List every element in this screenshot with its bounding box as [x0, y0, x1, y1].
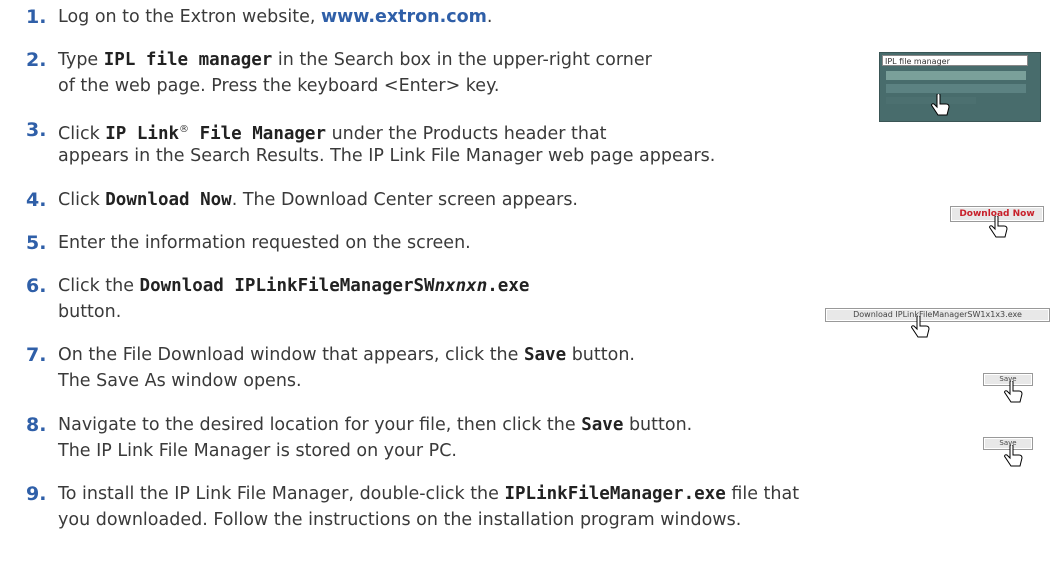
step-number: 9. [26, 483, 47, 505]
registered-mark: ® [179, 124, 190, 135]
code-text: File Manager [189, 123, 326, 144]
step-text: On the File Download window that appears… [58, 345, 524, 365]
step-text: Type [58, 50, 104, 70]
code-text: Save [523, 345, 567, 365]
step-text: button. [566, 345, 635, 365]
search-results-thumbnail: IPL file manager [879, 52, 1041, 122]
step-text: button. [58, 302, 122, 322]
code-text: IPLinkFileManager.exe [504, 484, 726, 504]
code-text: IP Link [105, 123, 180, 144]
hand-cursor-icon [1004, 381, 1023, 403]
hand-cursor-icon [911, 316, 930, 338]
step-text: . The Download Center screen appears. [231, 190, 578, 210]
step-text: The IP Link File Manager is stored on yo… [58, 441, 457, 461]
hand-cursor-icon [1004, 445, 1023, 467]
search-box: IPL file manager [882, 55, 1028, 66]
step-number: 4. [26, 189, 47, 211]
code-text: .exe [487, 276, 530, 296]
step-text: appears in the Search Results. The IP Li… [58, 146, 716, 166]
search-result-row [886, 84, 1026, 93]
code-text: Download IPLinkFileManagerSW [139, 276, 435, 296]
step-number: 1. [26, 6, 47, 28]
step-number: 6. [26, 275, 47, 297]
step-text: in the Search box in the upper-right cor… [272, 50, 652, 70]
step-text: The Save As window opens. [58, 371, 302, 391]
code-text: Download Now [105, 190, 232, 210]
step-text: To install the IP Link File Manager, dou… [58, 484, 505, 504]
search-text: IPL file manager [885, 57, 950, 66]
step-text: Click [58, 123, 106, 144]
step-number: 2. [26, 49, 47, 71]
hand-cursor-icon [931, 94, 950, 116]
step-text: Log on to the Extron website, [58, 7, 321, 27]
step-text: Click [58, 190, 106, 210]
step-number: 5. [26, 232, 47, 254]
step-text: Enter the information requested on the s… [58, 233, 471, 253]
search-result-row [886, 71, 1026, 80]
step-number: 3. [26, 119, 47, 141]
step-number: 8. [26, 414, 47, 436]
download-file-button-image: Download IPLinkFileManagerSW1x1x3.exe [825, 308, 1050, 322]
extron-website-link[interactable]: www.extron.com [321, 7, 487, 27]
download-file-label: Download IPLinkFileManagerSW1x1x3.exe [853, 310, 1022, 319]
step-text: button. [623, 415, 693, 435]
step-number: 7. [26, 344, 47, 366]
step-text: of the web page. Press the keyboard <Ent… [58, 76, 500, 96]
hand-cursor-icon [989, 216, 1008, 238]
step-text: under the Products header that [326, 123, 607, 144]
step-text: file that [725, 484, 800, 504]
step-text: Click the [58, 276, 140, 296]
step-text: . [486, 7, 493, 27]
variable-text: nxnxn [434, 276, 488, 296]
step-text: Navigate to the desired location for you… [58, 415, 582, 435]
code-text: Save [581, 415, 624, 435]
step-text: you downloaded. Follow the instructions … [58, 510, 742, 530]
code-text: IPL file manager [103, 50, 273, 70]
